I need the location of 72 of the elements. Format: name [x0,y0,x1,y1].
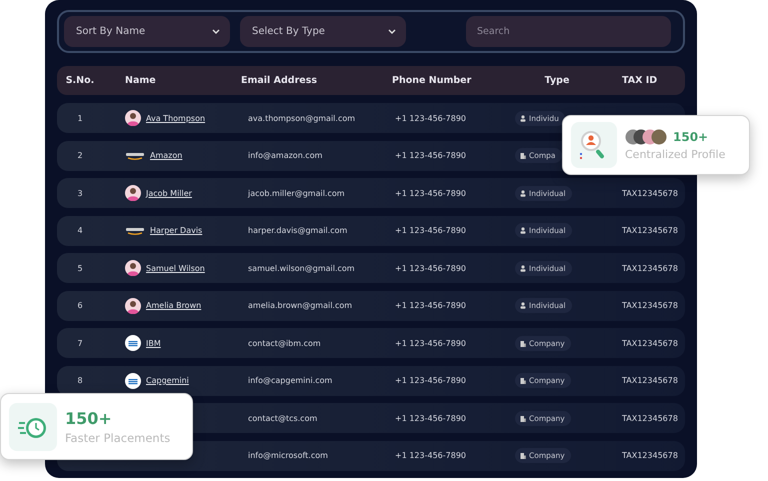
tax-id-cell-text: TAX12345678 [621,226,679,235]
person-icon [520,190,526,196]
column-header: Phone Number [392,75,472,86]
chevron-down-icon [212,28,220,34]
logo-icon [125,226,145,234]
phone-cell-text: +1 123-456-7890 [394,376,468,385]
serial-number: 8 [76,376,84,385]
person-icon [520,114,526,122]
placements-count: 150+ [65,408,113,428]
phone-cell-text: +1 123-456-7890 [394,301,468,310]
serial-number: 3 [76,188,84,198]
email-cell-text: info@microsoft.com [247,451,329,460]
tax-id-cell-text: TAX12345678 [621,264,679,272]
email-cell-text: info@amazon.com [247,151,324,160]
serial-number: 7 [76,338,84,348]
tax-id-cell-text: TAX12345678 [621,301,679,310]
name-link[interactable]: Capgemini [146,376,189,385]
tax-id-cell-text: TAX12345678 [621,376,679,385]
building-icon [520,452,526,459]
serial-number: 1 [76,114,84,122]
phone-cell-text: +1 123-456-7890 [394,188,468,198]
name-link[interactable]: Samuel Wilson [146,264,205,272]
clock-icon [9,402,57,450]
serial-number: 6 [76,301,84,310]
column-header: Name [124,75,157,86]
filter-dropdown[interactable]: Sort By Name [64,16,230,47]
building-icon [520,152,526,159]
email-cell-text: ava.thompson@gmail.com [247,114,356,122]
building-icon [520,414,526,422]
column-header: Email Address [241,75,318,86]
logo-icon [125,152,145,160]
filter-dropdown[interactable]: Select By Type [240,16,406,47]
phone-cell-text: +1 123-456-7890 [394,114,468,122]
column-header: TAX ID [621,75,658,86]
tax-id-cell-text: TAX12345678 [621,451,679,460]
name-link[interactable]: IBM [146,338,161,348]
phone-cell-text: +1 123-456-7890 [394,226,468,235]
profile-search-icon [571,122,617,168]
search-field[interactable]: Search [466,16,671,47]
email-cell-text: info@capgemini.com [247,376,334,385]
tax-id-cell-text: TAX12345678 [621,414,679,422]
email-cell-text: contact@ibm.com [247,338,322,348]
name-link[interactable]: Amelia Brown [146,301,202,310]
tax-id-cell-text: TAX12345678 [621,338,679,348]
name-link[interactable]: Ava Thompson [146,114,206,122]
person-icon [520,264,526,272]
person-icon [520,302,526,309]
column-header: Type [544,75,570,86]
email-cell-text: contact@tcs.com [247,414,318,422]
phone-cell-text: +1 123-456-7890 [394,338,468,348]
logo-icon [125,372,141,388]
serial-number: 5 [76,264,84,272]
email-cell-text: samuel.wilson@gmail.com [247,264,356,272]
phone-cell-text: +1 123-456-7890 [394,414,468,422]
name-link[interactable]: Jacob Miller [146,188,192,198]
phone-cell-text: +1 123-456-7890 [394,451,468,460]
email-cell-text: amelia.brown@gmail.com [247,301,354,310]
serial-number: 2 [76,151,84,160]
building-icon [520,377,526,384]
serial-number: 4 [76,226,84,235]
email-cell-text: harper.davis@gmail.com [247,226,348,235]
column-header: S.No. [64,75,96,86]
building-icon [520,340,526,346]
name-link[interactable]: Amazon [150,151,182,160]
chevron-down-icon [388,28,396,34]
person-icon [520,227,526,234]
email-cell-text: jacob.miller@gmail.com [246,188,346,198]
logo-icon [125,335,141,351]
phone-cell-text: +1 123-456-7890 [394,151,468,160]
tax-id-cell-text: TAX12345678 [621,188,679,198]
phone-cell-text: +1 123-456-7890 [394,264,468,272]
name-link[interactable]: Harper Davis [150,226,202,235]
